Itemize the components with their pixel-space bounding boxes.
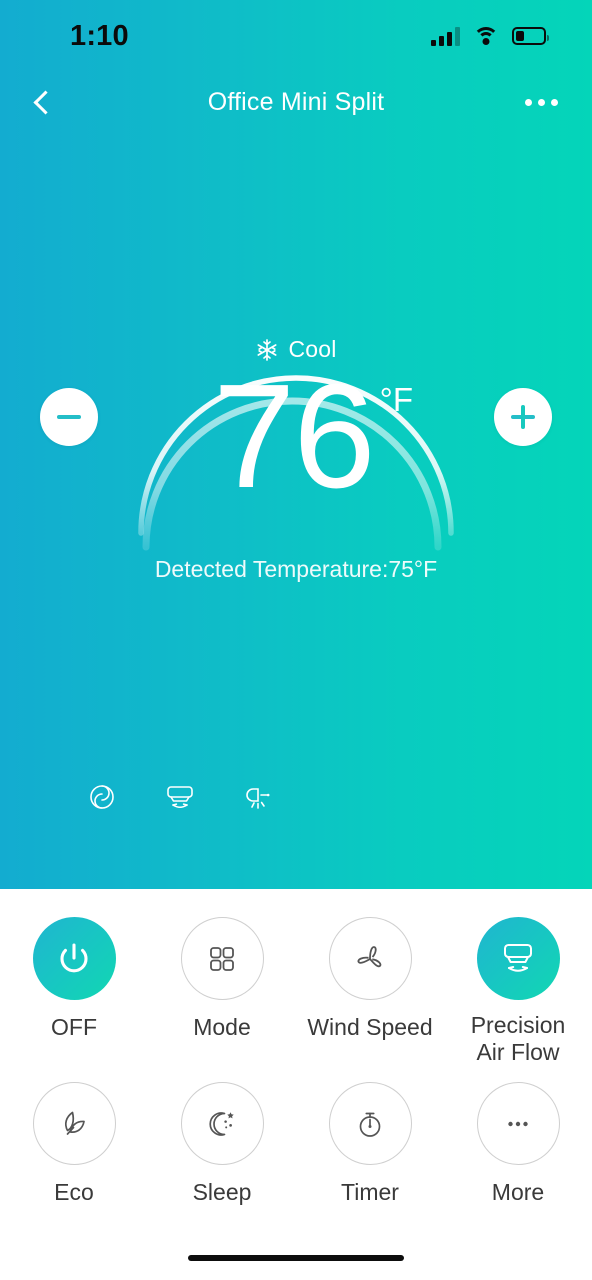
control-mode-label: Mode	[193, 1014, 251, 1040]
navigation-bar: Office Mini Split	[0, 72, 592, 132]
app-screen: 1:10 Office Mini Split Cool 76 °F Detect…	[0, 0, 592, 1280]
leaf-icon	[64, 1111, 85, 1135]
status-bar: 1:10	[0, 0, 592, 72]
control-mode[interactable]: Mode	[148, 917, 296, 1082]
grid-squares-icon	[210, 946, 234, 971]
power-button-circle[interactable]	[32, 917, 116, 1000]
power-icon	[60, 942, 88, 972]
active-feature-icons	[80, 775, 280, 819]
precision-air-flow-button-circle[interactable]	[476, 917, 560, 1000]
temperature-readout: 76 °F	[179, 354, 413, 519]
light-sensor-icon[interactable]	[236, 775, 280, 819]
control-eco-label: Eco	[54, 1179, 94, 1205]
swirl-fan-icon[interactable]	[80, 775, 124, 819]
control-panel: OFF Mode Wind Speed Precision Air Flow E…	[0, 889, 592, 1280]
decrease-temperature-button[interactable]	[40, 388, 98, 446]
temperature-unit: °F	[379, 381, 413, 418]
control-precision-air-flow[interactable]: Precision Air Flow	[444, 917, 592, 1082]
battery-level-fill	[516, 31, 524, 41]
moon-stars-icon	[209, 1111, 234, 1136]
eco-button-circle[interactable]	[32, 1082, 116, 1165]
detected-temperature-label: Detected Temperature:75°F	[154, 556, 438, 582]
status-bar-clock: 1:10	[70, 19, 129, 52]
battery-low-icon	[512, 27, 549, 45]
home-indicator[interactable]	[188, 1255, 404, 1261]
status-bar-icons	[431, 26, 549, 46]
target-temperature-value: 76	[213, 354, 376, 519]
chevron-left-icon	[33, 89, 58, 115]
control-power[interactable]: OFF	[0, 917, 148, 1082]
air-flow-swing-icon[interactable]	[158, 775, 202, 819]
increase-temperature-button[interactable]	[494, 388, 552, 446]
wind-speed-button-circle[interactable]	[328, 917, 412, 1000]
cellular-signal-icon	[431, 26, 460, 46]
sleep-button-circle[interactable]	[180, 1082, 264, 1165]
page-title: Office Mini Split	[207, 87, 385, 116]
control-precision-air-flow-label-line2: Air Flow	[476, 1038, 560, 1065]
more-options-button[interactable]	[512, 72, 570, 132]
control-precision-air-flow-label-line1: Precision	[470, 1012, 566, 1038]
control-grid: OFF Mode Wind Speed Precision Air Flow E…	[0, 917, 592, 1247]
more-horizontal-icon-dot	[537, 98, 545, 106]
control-eco[interactable]: Eco	[0, 1082, 148, 1247]
control-power-label: OFF	[51, 1014, 97, 1040]
minus-icon	[57, 415, 81, 419]
plus-icon-vertical	[521, 405, 525, 429]
control-sleep-label: Sleep	[192, 1179, 252, 1205]
control-more[interactable]: More	[444, 1082, 592, 1247]
control-wind-speed-label: Wind Speed	[307, 1014, 433, 1040]
more-dots-icon	[508, 1121, 528, 1126]
timer-button-circle[interactable]	[328, 1082, 412, 1165]
control-timer[interactable]: Timer	[296, 1082, 444, 1247]
fan-blades-icon	[357, 945, 382, 967]
mode-button-circle[interactable]	[180, 917, 264, 1000]
back-button[interactable]	[14, 72, 72, 132]
control-sleep[interactable]: Sleep	[148, 1082, 296, 1247]
wifi-icon	[473, 26, 499, 46]
stopwatch-icon	[359, 1112, 381, 1137]
control-wind-speed[interactable]: Wind Speed	[296, 917, 444, 1082]
control-timer-label: Timer	[341, 1179, 399, 1205]
more-horizontal-icon-dot	[550, 98, 558, 106]
control-more-label: More	[491, 1179, 545, 1205]
control-precision-air-flow-label: Precision Air Flow	[471, 1012, 566, 1065]
air-conditioner-swing-icon	[504, 943, 532, 972]
more-button-circle[interactable]	[476, 1082, 560, 1165]
more-horizontal-icon-dot	[524, 98, 532, 106]
battery-cap	[547, 35, 549, 41]
